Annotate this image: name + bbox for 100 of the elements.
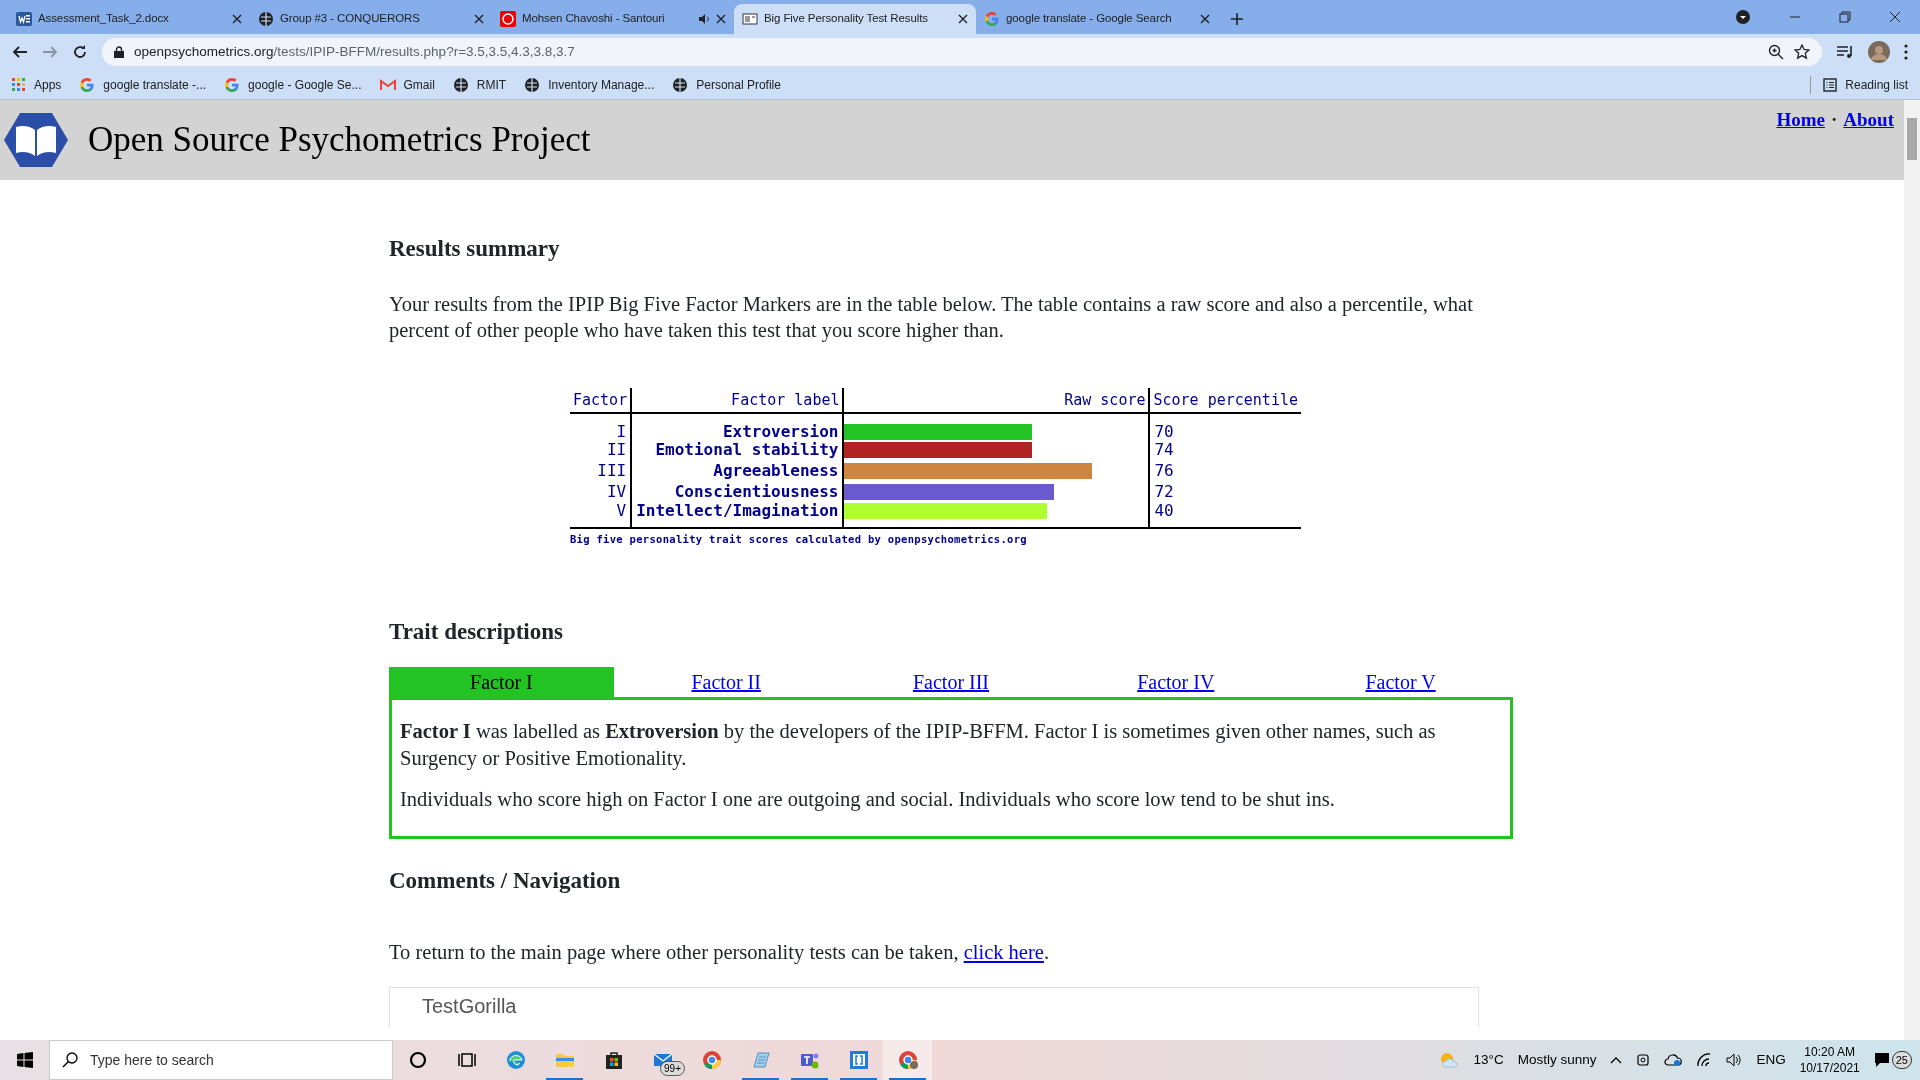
running-indicator <box>840 1078 877 1080</box>
close-icon[interactable] <box>1200 14 1210 24</box>
section-heading: Comments / Navigation <box>389 867 622 895</box>
envelope-icon <box>379 78 396 91</box>
ad-brand-text: TestGorilla <box>422 995 517 1018</box>
chrome-icon <box>701 1050 722 1070</box>
factor-numeral: I <box>570 412 632 440</box>
bookmark[interactable]: RMIT <box>452 75 507 94</box>
bookmark[interactable]: Inventory Manage... <box>524 75 655 94</box>
url-text: openpsychometrics.org/tests/IPIP-BFFM/results.php?r=3.5,3.5,4.3,3.8,3.7 <box>134 42 575 61</box>
percentile-value: 76 <box>1149 460 1301 482</box>
click-here-link[interactable]: click here <box>963 940 1044 963</box>
page-icon <box>742 11 758 27</box>
chart-caption: Big five personality trait scores calculated by openpsychometrics.org <box>570 531 1028 547</box>
factor-numeral: IV <box>570 481 632 503</box>
description-paragraph: Individuals who score high on Factor I one are outgoing and social. Individuals who score low tend to be shut ins. <box>400 786 1336 813</box>
scrollbar[interactable] <box>1904 100 1920 1040</box>
playlist-icon[interactable] <box>1836 45 1854 59</box>
nav-separator: · <box>1830 108 1838 132</box>
factor-numeral: II <box>570 439 632 461</box>
running-indicator <box>742 1078 779 1080</box>
globe-icon <box>452 76 469 93</box>
browser-tab[interactable]: Assessment_Task_2.docx <box>8 4 250 34</box>
globe-icon <box>524 76 541 93</box>
column-header: Raw score <box>843 387 1150 413</box>
close-icon[interactable] <box>716 14 726 24</box>
date-text: 10/17/2021 <box>1799 1060 1860 1077</box>
google-icon <box>224 76 241 93</box>
nav-link[interactable]: About <box>1843 106 1894 135</box>
address-bar[interactable]: openpsychometrics.org/tests/IPIP-BFFM/results.php?r=3.5,3.5,4.3,3.8,3.7 <box>102 38 1822 66</box>
circle-icon <box>500 11 516 27</box>
plus-icon[interactable] <box>1230 12 1244 26</box>
factor-label: Intellect/Imagination <box>631 502 844 528</box>
taskbar-search-field[interactable]: Type here to search <box>49 1040 393 1080</box>
bookmark[interactable]: Apps <box>12 75 62 94</box>
avatar-icon[interactable] <box>1868 41 1890 63</box>
wifi-icon[interactable] <box>1696 1053 1713 1067</box>
reading-list-button[interactable]: Reading list <box>1810 75 1908 94</box>
google-icon <box>79 76 96 93</box>
close-icon[interactable] <box>474 14 484 24</box>
language-indicator[interactable]: ENG <box>1756 1049 1786 1071</box>
percentile-value: 74 <box>1149 439 1301 461</box>
windows-start-icon[interactable] <box>16 1052 33 1068</box>
dropdown-icon[interactable] <box>1735 9 1751 25</box>
globe-icon <box>258 11 274 27</box>
taskbar-app-button[interactable]: 99+ <box>638 1040 687 1080</box>
lock-icon <box>114 46 124 58</box>
camera-icon[interactable] <box>1636 1053 1651 1067</box>
back-arrow-icon[interactable] <box>12 44 28 60</box>
shopping-bag-icon <box>603 1050 624 1070</box>
google-icon <box>984 11 1000 27</box>
factor-tab[interactable]: Factor III <box>838 667 1064 698</box>
book-logo-icon <box>4 112 68 168</box>
bookmark[interactable]: Personal Profile <box>672 75 781 94</box>
intro-paragraph: Your results from the IPIP Big Five Factor Markers are in the table below. The table contains a raw score and also a percentile, what percent of other people who have taken this test that you score higher than. <box>389 291 1474 344</box>
weather-text: Mostly sunny <box>1517 1050 1597 1069</box>
speaker-icon[interactable] <box>1726 1053 1743 1067</box>
column-header: Factor <box>570 387 632 413</box>
browser-tab[interactable]: google translate - Google Search <box>976 4 1218 34</box>
unread-count-badge: 99+ <box>660 1061 685 1076</box>
description-paragraph: Factor I was labelled as Extroversion by the developers of the IPIP-BFFM. Factor I is sometimes given other names, such as Surgency or Positive Emotionality. <box>400 719 1437 772</box>
percentile-value: 40 <box>1149 502 1301 528</box>
section-heading: Results summary <box>389 235 561 263</box>
grid-icon <box>12 77 26 92</box>
globe-icon <box>672 76 689 93</box>
nav-link[interactable]: Home <box>1776 106 1825 135</box>
chat-bubble-icon <box>1873 1052 1890 1068</box>
column-header: Score percentile <box>1149 387 1301 413</box>
zoom-icon[interactable] <box>1768 44 1784 60</box>
factor-numeral: V <box>570 502 632 528</box>
reload-icon[interactable] <box>72 44 88 60</box>
close-icon[interactable] <box>958 14 968 24</box>
percentile-value: 72 <box>1149 481 1301 503</box>
running-indicator <box>546 1078 583 1080</box>
site-title: Open Source Psychometrics Project <box>88 118 591 161</box>
close-icon[interactable] <box>232 14 242 24</box>
column-header: Factor label <box>631 387 844 413</box>
list-icon <box>1823 77 1838 92</box>
factor-tab[interactable]: Factor V <box>1288 667 1513 698</box>
browser-tab[interactable]: Mohsen Chavoshi - Santouri <box>492 4 734 34</box>
factor-tab[interactable]: Factor I <box>389 667 614 698</box>
more-menu-icon[interactable] <box>1904 44 1908 60</box>
restore-icon[interactable] <box>1839 11 1851 23</box>
bookmark[interactable]: Gmail <box>379 75 435 94</box>
browser-tab[interactable]: Group #3 - CONQUERORS <box>250 4 492 34</box>
notepad-icon <box>750 1050 771 1070</box>
close-icon[interactable] <box>1889 11 1901 23</box>
temperature-text: 13°C <box>1473 1050 1504 1069</box>
running-indicator <box>791 1078 828 1080</box>
factor-tab[interactable]: Factor II <box>613 667 839 698</box>
task-view-icon <box>456 1050 477 1070</box>
factor-tab[interactable]: Factor IV <box>1063 667 1289 698</box>
bookmark[interactable]: google translate -... <box>79 75 207 94</box>
section-heading: Trait descriptions <box>389 617 564 646</box>
clock[interactable]: 10:20 AM 10/17/2021 <box>1799 1043 1860 1077</box>
cloud-sync-icon[interactable] <box>1664 1053 1683 1067</box>
browser-tab[interactable]: Big Five Personality Test Results <box>734 4 976 34</box>
bookmark[interactable]: google - Google Se... <box>224 75 362 94</box>
chevron-up-icon[interactable] <box>1610 1056 1623 1064</box>
star-icon[interactable] <box>1794 44 1810 60</box>
